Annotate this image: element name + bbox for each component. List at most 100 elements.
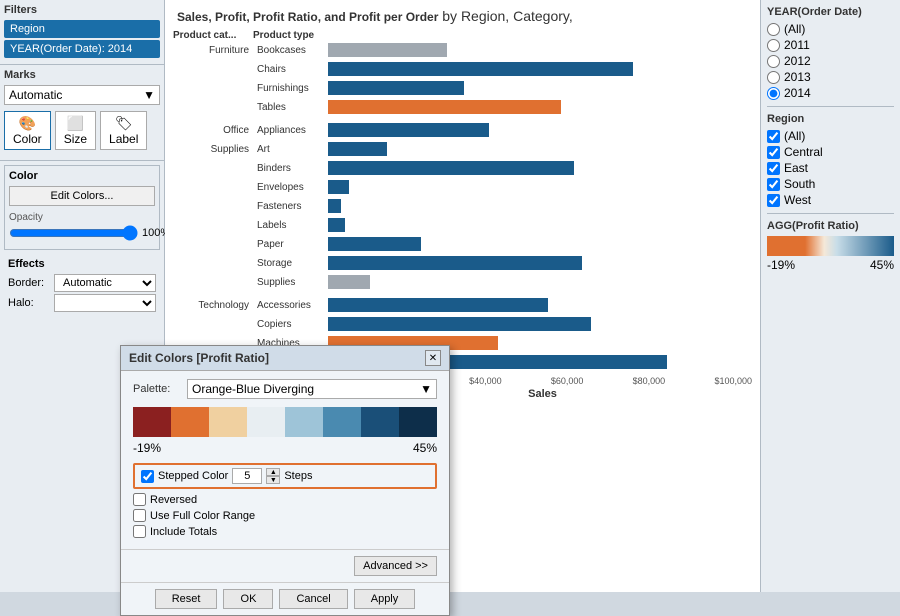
steps-input[interactable] <box>232 468 262 484</box>
stepped-color-row: Stepped Color ▲ ▼ Steps <box>133 463 437 489</box>
type-storage: Storage <box>253 258 328 269</box>
bar-paper <box>328 237 752 251</box>
dialog-titlebar: Edit Colors [Profit Ratio] ✕ <box>121 346 449 371</box>
steps-label: Steps <box>284 470 312 482</box>
profit-ratio-bar[interactable] <box>767 236 894 256</box>
type-copiers: Copiers <box>253 319 328 330</box>
dialog-action-buttons: Reset OK Cancel Apply <box>121 582 449 615</box>
filter-year[interactable]: YEAR(Order Date): 2014 <box>4 40 160 58</box>
dialog-bottom: Advanced >> <box>121 549 449 582</box>
dialog-close-button[interactable]: ✕ <box>425 350 441 366</box>
marks-size-label: Size <box>64 132 87 146</box>
filter-region[interactable]: Region <box>4 20 160 38</box>
reversed-checkbox[interactable] <box>133 493 146 506</box>
reset-button[interactable]: Reset <box>155 589 218 609</box>
marks-title: Marks <box>4 69 160 81</box>
region-option-east[interactable]: East <box>767 161 894 175</box>
strip-max: 45% <box>413 441 437 455</box>
marks-size-icon[interactable]: ⬜ Size <box>55 111 96 150</box>
table-row: Furniture Bookcases <box>173 41 752 59</box>
type-supplies-sub: Supplies <box>253 277 328 288</box>
palette-dropdown[interactable]: Orange-Blue Diverging ▼ <box>187 379 437 399</box>
bar-bookcases <box>328 43 752 57</box>
category-furniture: Furniture <box>173 45 253 56</box>
opacity-slider[interactable] <box>9 225 138 241</box>
year-filter-title: YEAR(Order Date) <box>767 6 894 18</box>
year-option-2014[interactable]: 2014 <box>767 86 894 100</box>
cancel-button[interactable]: Cancel <box>279 589 347 609</box>
ok-button[interactable]: OK <box>223 589 273 609</box>
chart-body: Furniture Bookcases Chairs Furnishings <box>165 41 760 371</box>
table-row: Technology Accessories <box>173 296 752 314</box>
profit-ratio-max: 45% <box>870 258 894 272</box>
bar-envelopes <box>328 180 752 194</box>
table-row: Storage <box>173 254 752 272</box>
full-range-row: Use Full Color Range <box>133 509 437 522</box>
steps-down-button[interactable]: ▼ <box>266 476 280 484</box>
edit-colors-dialog: Edit Colors [Profit Ratio] ✕ Palette: Or… <box>120 345 450 616</box>
table-row: Supplies Art <box>173 140 752 158</box>
table-row: Tables <box>173 98 752 116</box>
x-tick-2: $40,000 <box>469 376 502 386</box>
category-supplies: Supplies <box>173 144 253 155</box>
swatch-8[interactable] <box>399 407 437 437</box>
table-row: Envelopes <box>173 178 752 196</box>
table-row: Furnishings <box>173 79 752 97</box>
swatch-6[interactable] <box>323 407 361 437</box>
stepped-color-label: Stepped Color <box>158 470 228 482</box>
marks-type-dropdown[interactable]: Automatic ▼ <box>4 85 160 105</box>
table-row: Paper <box>173 235 752 253</box>
marks-type-label: Automatic <box>9 88 62 102</box>
halo-label: Halo: <box>8 297 48 309</box>
year-option-2011[interactable]: 2011 <box>767 38 894 52</box>
type-envelopes: Envelopes <box>253 182 328 193</box>
swatch-2[interactable] <box>171 407 209 437</box>
filters-title: Filters <box>4 4 160 16</box>
effects-title: Effects <box>8 258 156 270</box>
halo-dropdown[interactable] <box>54 294 156 312</box>
bar-chairs <box>328 62 752 76</box>
swatch-4[interactable] <box>247 407 285 437</box>
swatch-7[interactable] <box>361 407 399 437</box>
border-dropdown[interactable]: Automatic <box>54 274 156 292</box>
table-row: Binders <box>173 159 752 177</box>
stepped-color-checkbox[interactable] <box>141 470 154 483</box>
advanced-button[interactable]: Advanced >> <box>354 556 437 576</box>
steps-up-button[interactable]: ▲ <box>266 468 280 476</box>
bar-appliances <box>328 123 752 137</box>
category-technology: Technology <box>173 300 253 311</box>
include-totals-label: Include Totals <box>150 526 217 538</box>
steps-spinner[interactable]: ▲ ▼ <box>266 468 280 484</box>
marks-color-icon[interactable]: 🎨 Color <box>4 111 51 150</box>
type-furnishings: Furnishings <box>253 83 328 94</box>
year-option-2012[interactable]: 2012 <box>767 54 894 68</box>
agg-title: AGG(Profit Ratio) <box>767 220 894 232</box>
col-header-category: Product cat... <box>173 30 253 41</box>
table-row: Fasteners <box>173 197 752 215</box>
category-office: Office <box>173 125 253 136</box>
region-option-all[interactable]: (All) <box>767 129 894 143</box>
apply-button[interactable]: Apply <box>354 589 416 609</box>
type-paper: Paper <box>253 239 328 250</box>
region-option-south[interactable]: South <box>767 177 894 191</box>
type-art: Art <box>253 144 328 155</box>
type-accessories: Accessories <box>253 300 328 311</box>
table-row: Supplies <box>173 273 752 291</box>
swatch-1[interactable] <box>133 407 171 437</box>
x-tick-4: $80,000 <box>633 376 666 386</box>
type-binders: Binders <box>253 163 328 174</box>
marks-label-icon[interactable]: 🏷 Label <box>100 111 147 150</box>
full-range-checkbox[interactable] <box>133 509 146 522</box>
edit-colors-button[interactable]: Edit Colors... <box>9 186 155 206</box>
x-tick-5: $100,000 <box>714 376 752 386</box>
swatch-3[interactable] <box>209 407 247 437</box>
swatch-5[interactable] <box>285 407 323 437</box>
palette-label: Palette: <box>133 383 183 395</box>
year-option-all[interactable]: (All) <box>767 22 894 36</box>
region-option-west[interactable]: West <box>767 193 894 207</box>
include-totals-checkbox[interactable] <box>133 525 146 538</box>
region-option-central[interactable]: Central <box>767 145 894 159</box>
border-label: Border: <box>8 277 48 289</box>
year-option-2013[interactable]: 2013 <box>767 70 894 84</box>
bar-supplies <box>328 275 752 289</box>
